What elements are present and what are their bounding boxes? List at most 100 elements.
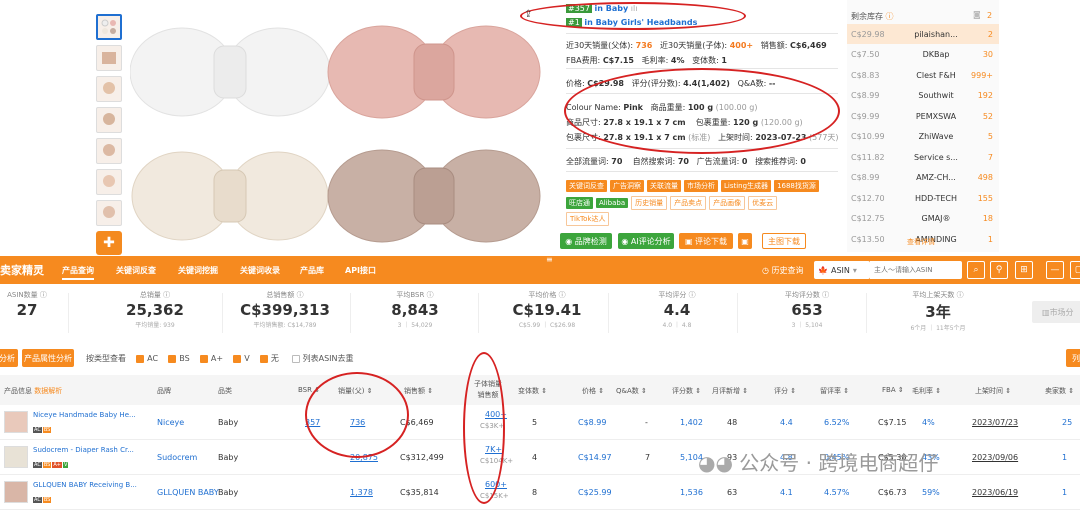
brand[interactable]: Niceye <box>157 418 184 427</box>
th-variants[interactable]: 变体数 ⇕ <box>518 386 547 396</box>
th-ratings[interactable]: 评分数 ⇕ <box>672 386 701 396</box>
nav-keyword-mining[interactable]: 关键词挖掘 <box>178 265 218 276</box>
stock-row[interactable]: C$12.75 GMAJ® 18 <box>847 209 999 229</box>
stock-row[interactable]: C$10.99 ZhiWave 5 <box>847 127 999 147</box>
collapse-icon[interactable]: ≡ <box>546 255 553 264</box>
product-title[interactable]: Niceye Handmade Baby He... <box>33 411 136 419</box>
th-review-rate[interactable]: 留评率 ⇕ <box>820 386 849 396</box>
brand[interactable]: Sudocrem <box>157 453 197 462</box>
tag-listing-generator[interactable]: Listing生成器 <box>721 180 772 192</box>
checkbox-v[interactable]: V <box>233 354 250 363</box>
export-icon[interactable]: ⊞ <box>1015 261 1033 279</box>
tag-selling-points[interactable]: 产品卖点 <box>670 196 707 210</box>
brand[interactable]: GLLQUEN BABY <box>157 488 219 497</box>
table-row[interactable]: GLLQUEN BABY Receiving B... AC BS GLLQUEN B… <box>0 475 1080 510</box>
review-rate[interactable]: 6.52% <box>824 418 849 427</box>
review-rate[interactable]: 4.57% <box>824 488 849 497</box>
stock-seller[interactable]: PEMXSWA <box>901 112 971 121</box>
nav-api[interactable]: API接口 <box>345 265 376 276</box>
review-download-button[interactable]: ▣ 评论下载 <box>679 233 733 249</box>
th-fba[interactable]: FBA ⇕ <box>882 386 904 394</box>
thumbnail-4[interactable] <box>96 107 122 133</box>
attribute-analysis-button[interactable]: 产品属性分析 <box>22 349 74 367</box>
stock-more-link[interactable]: 查看详情 <box>907 237 935 247</box>
th-qa[interactable]: Q&A数 ⇕ <box>616 386 647 396</box>
checkbox-dedupe[interactable]: 列表ASIN去重 <box>291 354 354 363</box>
sales-parent[interactable]: 1,378 <box>350 488 373 497</box>
thumbnail-6[interactable] <box>96 169 122 195</box>
window-icon[interactable]: ▢ <box>1070 261 1080 279</box>
market-analysis-button[interactable]: ▥ 市场分 <box>1032 301 1080 323</box>
checkbox-aplus[interactable]: A+ <box>199 354 223 363</box>
tag-tiktok[interactable]: TikTok达人 <box>566 212 610 226</box>
th-score[interactable]: 评分 ⇕ <box>774 386 796 396</box>
rating-count[interactable]: 1,536 <box>680 488 703 497</box>
thumbnail-5[interactable] <box>96 138 122 164</box>
nav-product-library[interactable]: 产品库 <box>300 265 324 276</box>
stock-seller[interactable]: Service s... <box>901 153 971 162</box>
seller-count[interactable]: 1 <box>1062 488 1067 497</box>
score[interactable]: 4.4 <box>780 418 793 427</box>
stock-seller[interactable]: HDD-TECH <box>901 194 971 203</box>
tag-ad-insight[interactable]: 广告洞察 <box>610 180 644 192</box>
tag-alibaba[interactable]: Alibaba <box>596 198 629 208</box>
stock-row[interactable]: C$9.99 PEMXSWA 52 <box>847 106 999 126</box>
stock-row[interactable]: C$8.83 Clest F&H 999+ <box>847 65 999 85</box>
th-monthly[interactable]: 月评新增 ⇕ <box>712 386 748 396</box>
thumbnail-3[interactable] <box>96 76 122 102</box>
analysis-button[interactable]: 分析 <box>0 349 18 367</box>
stock-row[interactable]: C$8.99 Southwit 192 <box>847 86 999 106</box>
th-listed[interactable]: 上架时间 ⇕ <box>975 386 1011 396</box>
brand-check-button[interactable]: ◉ 品牌检测 <box>560 233 612 249</box>
minimize-icon[interactable]: — <box>1046 261 1064 279</box>
camera-icon[interactable]: ◙ <box>973 10 981 19</box>
price[interactable]: C$25.99 <box>578 488 612 497</box>
tag-related-traffic[interactable]: 关联流量 <box>647 180 681 192</box>
product-title[interactable]: Sudocrem - Diaper Rash Cr... <box>33 446 134 454</box>
tag-history-sales[interactable]: 历史销量 <box>631 196 668 210</box>
market-select[interactable]: 🍁 ASIN ▾ <box>814 261 870 279</box>
checkbox-bs[interactable]: BS <box>168 354 190 363</box>
stock-row[interactable]: C$11.82 Service s... 7 <box>847 147 999 167</box>
column-button[interactable]: 列 <box>1066 349 1080 367</box>
nav-keyword-reverse[interactable]: 关键词反查 <box>116 265 156 276</box>
stock-row[interactable]: C$29.98 pilaishan... 2 <box>847 24 999 44</box>
price[interactable]: C$8.99 <box>578 418 607 427</box>
stock-seller[interactable]: AMZ-CH... <box>901 173 971 182</box>
margin[interactable]: 4% <box>922 418 935 427</box>
th-sellers[interactable]: 卖家数 ⇕ <box>1045 386 1074 396</box>
search-icon[interactable]: ⌕ <box>967 261 985 279</box>
stock-seller[interactable]: DKBap <box>901 50 971 59</box>
thumbnail-7[interactable] <box>96 200 122 226</box>
stock-seller[interactable]: Clest F&H <box>901 71 971 80</box>
stock-seller[interactable]: pilaishan... <box>901 30 971 39</box>
seller-count[interactable]: 1 <box>1062 453 1067 462</box>
nav-keyword-index[interactable]: 关键词收录 <box>240 265 280 276</box>
checkbox-ac[interactable]: AC <box>136 354 158 363</box>
margin[interactable]: 59% <box>922 488 940 497</box>
product-title[interactable]: GLLQUEN BABY Receiving B... <box>33 481 137 489</box>
stock-seller[interactable]: ZhiWave <box>901 132 971 141</box>
product-thumbnail[interactable] <box>4 411 28 433</box>
price[interactable]: C$14.97 <box>578 453 612 462</box>
nav-product-query[interactable]: 产品查询 <box>62 265 94 280</box>
tag-youmaiyun[interactable]: 优麦云 <box>748 196 778 210</box>
stock-row[interactable]: C$12.70 HDD-TECH 155 <box>847 188 999 208</box>
image-icon[interactable]: ▣ <box>738 233 752 249</box>
th-revenue[interactable]: 销售额 ⇕ <box>404 386 433 396</box>
table-row[interactable]: Niceye Handmade Baby He... AC BS Niceye Baby… <box>0 405 1080 440</box>
rating-count[interactable]: 1,402 <box>680 418 703 427</box>
tag-keyword-reverse[interactable]: 关键词反查 <box>566 180 607 192</box>
more-images-icon[interactable]: ✚ <box>96 231 122 255</box>
stock-row[interactable]: C$8.99 AMZ-CH... 498 <box>847 168 999 188</box>
thumbnail-1[interactable] <box>96 14 122 40</box>
tag-1688-source[interactable]: 1688找货源 <box>774 180 819 192</box>
thumbnail-2[interactable] <box>96 45 122 71</box>
tag-product-portrait[interactable]: 产品画像 <box>709 196 746 210</box>
th-margin[interactable]: 毛利率 ⇕ <box>912 386 941 396</box>
checkbox-none[interactable]: 无 <box>259 354 279 363</box>
tag-wangdiantong[interactable]: 旺店通 <box>566 197 593 209</box>
product-thumbnail[interactable] <box>4 446 28 468</box>
asin-search-input[interactable] <box>870 261 962 279</box>
stock-seller[interactable]: GMAJ® <box>901 214 971 223</box>
